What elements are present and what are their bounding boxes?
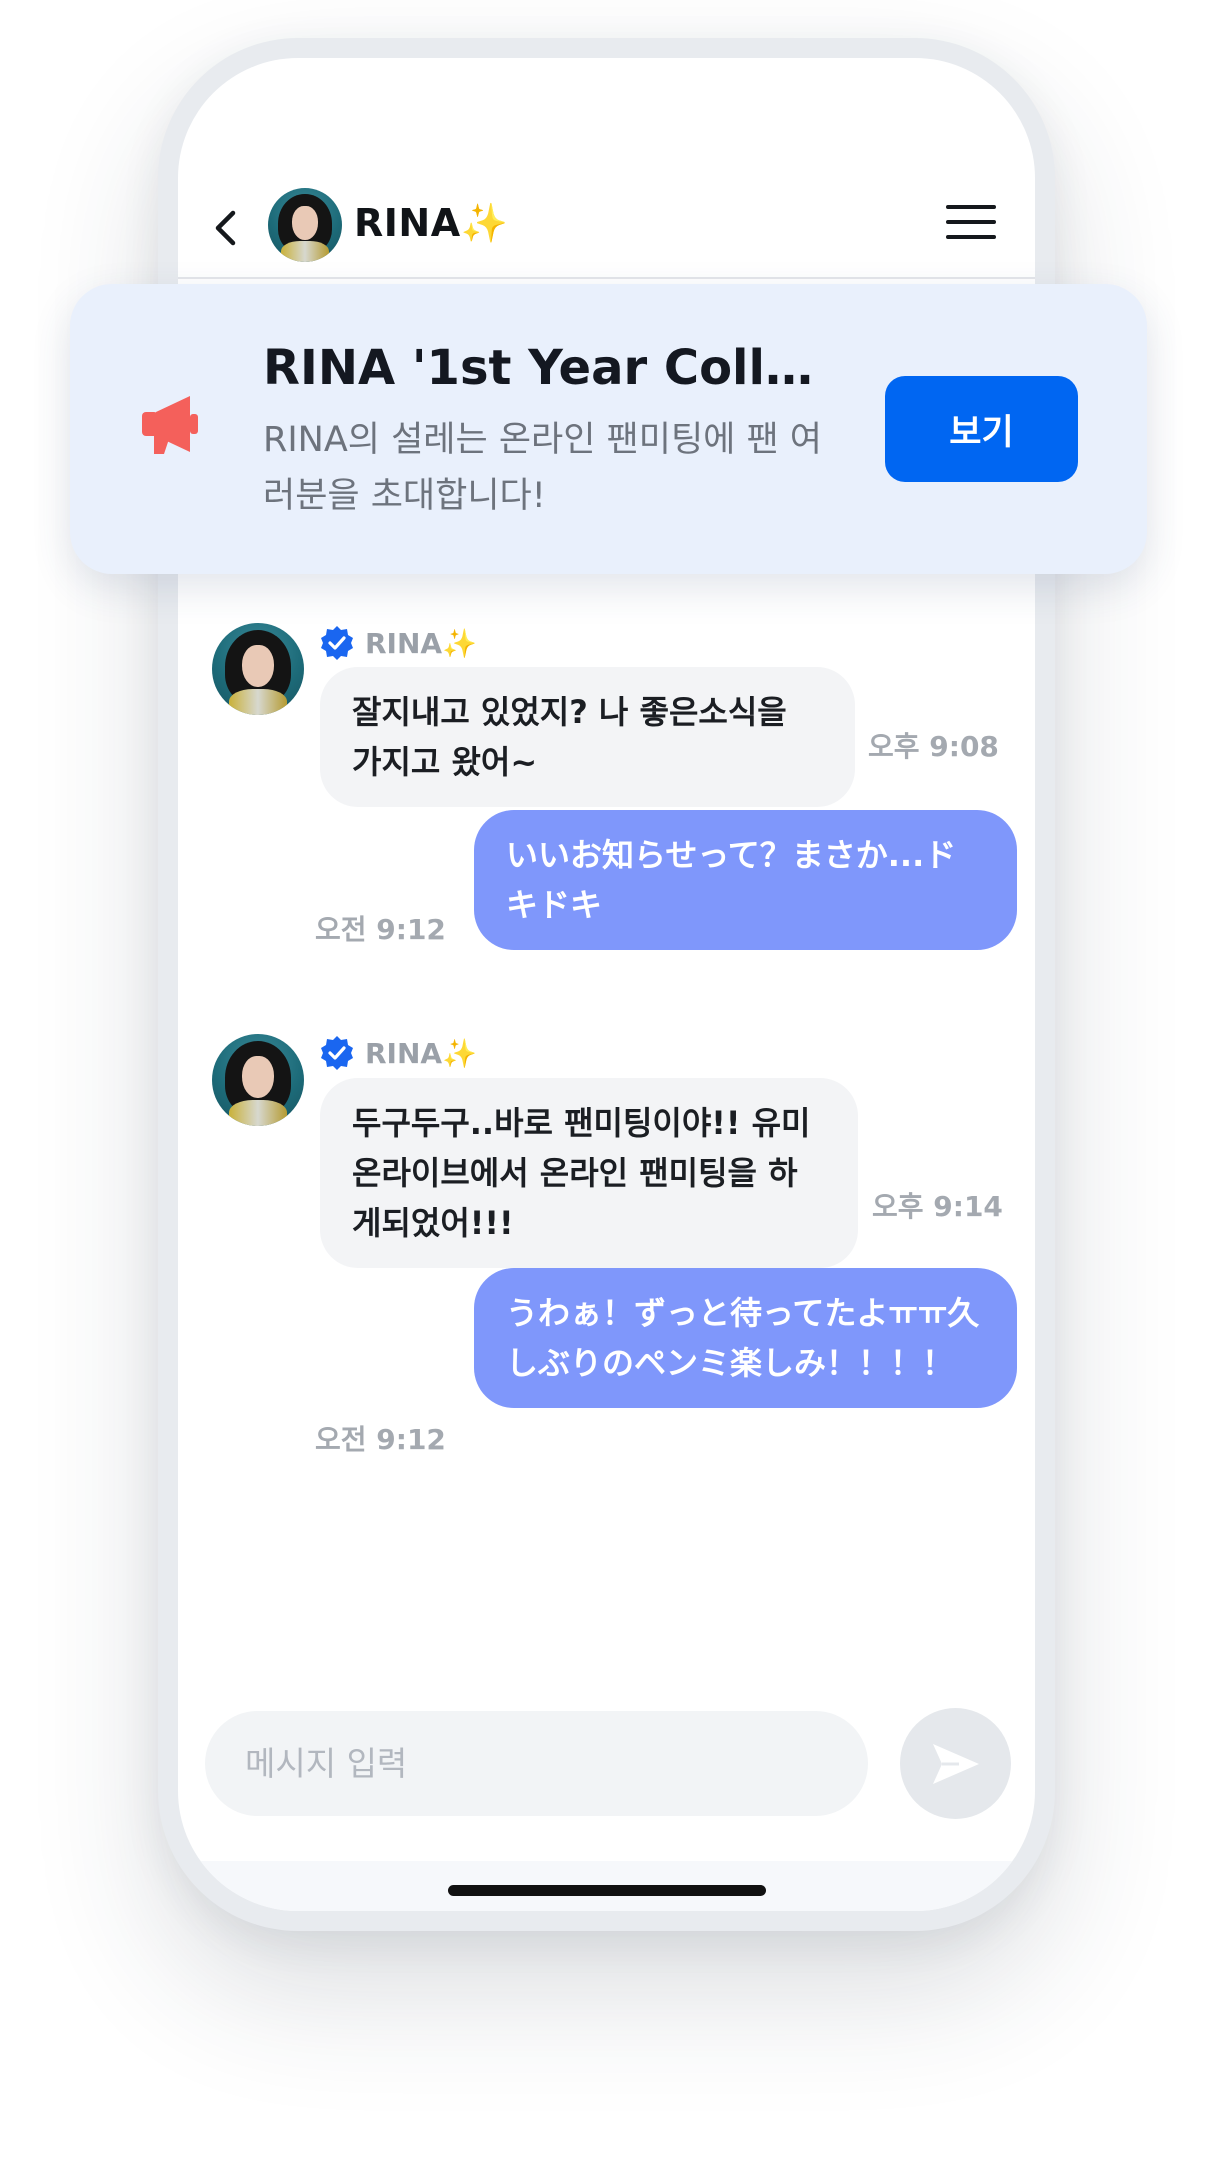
message-time: 오후 9:14 bbox=[872, 1190, 1003, 1223]
view-button[interactable]: 보기 bbox=[885, 376, 1078, 482]
avatar[interactable] bbox=[268, 188, 342, 262]
megaphone-icon bbox=[142, 396, 198, 454]
sender-name: RINA✨ bbox=[365, 626, 477, 660]
hamburger-menu-icon[interactable] bbox=[946, 205, 996, 245]
stage: RINA✨ RINA✨ 잘지내고 있었지? 나 좋은소식을 가지고 왔어~ 오후… bbox=[0, 0, 1215, 2169]
sender-name: RINA✨ bbox=[365, 1036, 477, 1070]
avatar[interactable] bbox=[212, 1034, 304, 1126]
send-button[interactable] bbox=[900, 1708, 1011, 1819]
message-bubble-outgoing[interactable]: うわぁ！ずっと待ってたよㅠㅠ久しぶりのペンミ楽しみ！！！！ bbox=[474, 1268, 1017, 1408]
sender-row: RINA✨ bbox=[319, 1035, 477, 1071]
verified-badge-icon bbox=[321, 626, 353, 660]
verified-badge-icon bbox=[321, 1036, 353, 1070]
announcement-banner[interactable]: RINA '1st Year Collec... RINA의 설레는 온라인 팬… bbox=[70, 284, 1147, 574]
banner-title: RINA '1st Year Collec... bbox=[263, 340, 838, 396]
page-title: RINA✨ bbox=[354, 201, 509, 245]
message-time: 오전 9:12 bbox=[315, 1423, 446, 1456]
message-input[interactable] bbox=[205, 1711, 868, 1816]
bottom-bar bbox=[178, 1861, 1035, 1911]
message-bubble-outgoing[interactable]: いいお知らせって？まさか...ドキドキ bbox=[474, 810, 1017, 950]
chat-header: RINA✨ bbox=[178, 58, 1035, 279]
message-time: 오후 9:08 bbox=[868, 730, 999, 763]
sender-row: RINA✨ bbox=[319, 625, 477, 661]
message-bubble-incoming[interactable]: 두구두구..바로 팬미팅이야!! 유미 온라이브에서 온라인 팬미팅을 하게되었… bbox=[320, 1078, 858, 1268]
message-bubble-incoming[interactable]: 잘지내고 있었지? 나 좋은소식을 가지고 왔어~ bbox=[320, 667, 855, 807]
message-time: 오전 9:12 bbox=[315, 913, 446, 946]
banner-description: RINA의 설레는 온라인 팬미팅에 팬 여러분을 초대합니다! bbox=[263, 420, 822, 516]
send-icon bbox=[932, 1743, 979, 1784]
back-button[interactable] bbox=[206, 203, 246, 253]
home-indicator[interactable] bbox=[448, 1885, 766, 1896]
avatar[interactable] bbox=[212, 623, 304, 715]
chevron-left-icon bbox=[215, 210, 236, 246]
